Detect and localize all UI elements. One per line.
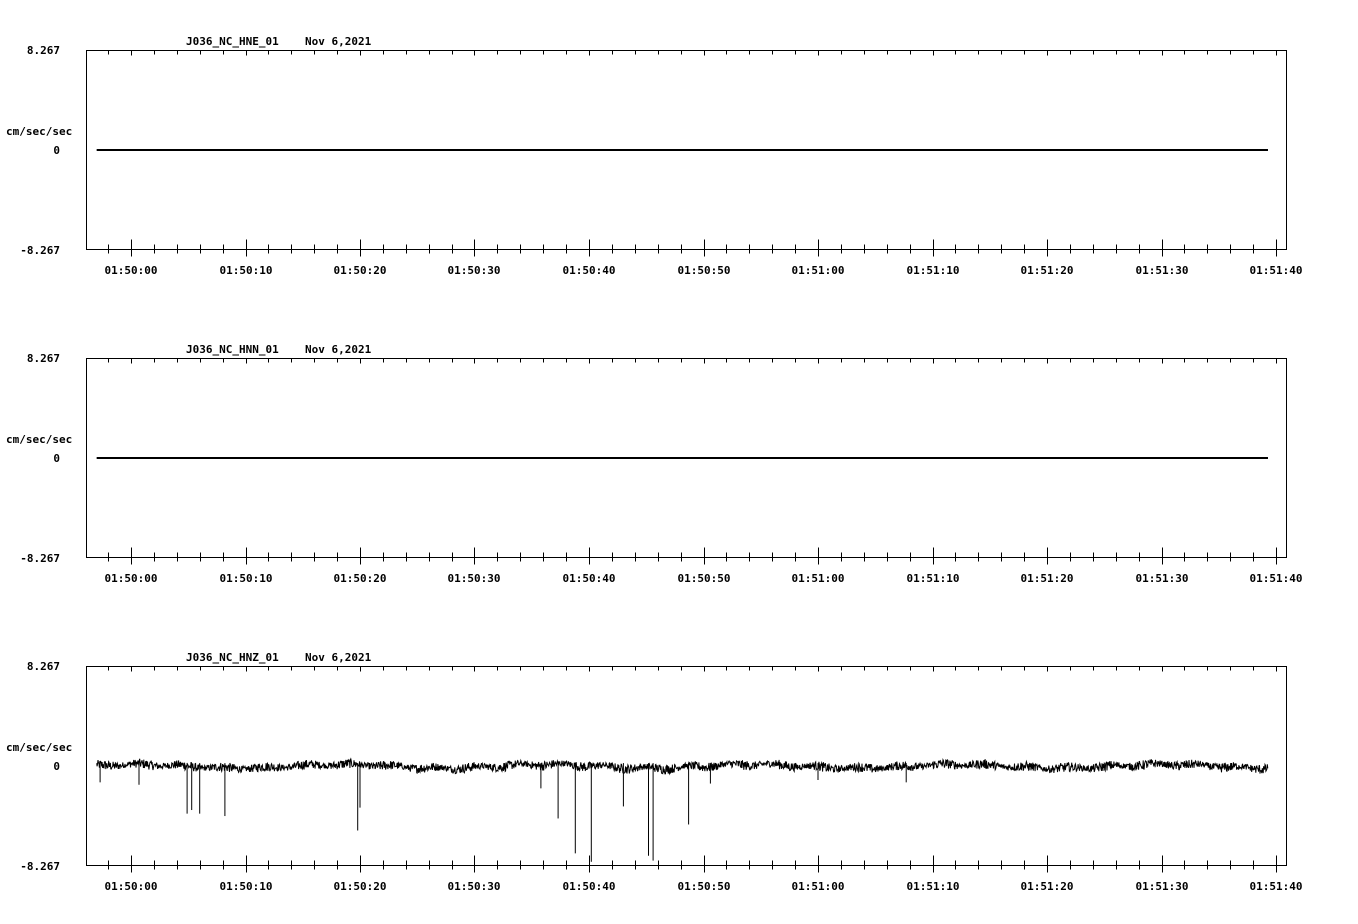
y-axis-label: cm/sec/sec xyxy=(6,433,72,446)
x-tick-labels: 01:50:00 01:50:10 01:50:20 01:50:30 01:5… xyxy=(105,880,1303,893)
x-tick-label: 01:50:30 xyxy=(448,572,501,585)
x-tick-label: 01:51:40 xyxy=(1250,264,1303,277)
y-tick-label-max: 8.267 xyxy=(27,352,60,365)
waveform-trace xyxy=(96,757,1269,862)
x-tick-label: 01:51:30 xyxy=(1136,880,1189,893)
y-axis-label: cm/sec/sec xyxy=(6,125,72,138)
y-tick-label-min: -8.267 xyxy=(20,860,60,873)
y-tick-label-max: 8.267 xyxy=(27,44,60,57)
panel-hnn: J036_NC_HNN_01 Nov 6,2021 8.267 cm/sec/s… xyxy=(6,343,1302,585)
x-tick-label: 01:51:10 xyxy=(907,572,960,585)
panel-hne: J036_NC_HNE_01 Nov 6,2021 8.267 cm/sec/s… xyxy=(6,35,1302,277)
x-tick-label: 01:50:30 xyxy=(448,264,501,277)
x-tick-label: 01:50:00 xyxy=(105,880,158,893)
x-tick-label: 01:50:00 xyxy=(105,572,158,585)
x-tick-label: 01:51:30 xyxy=(1136,264,1189,277)
x-tick-label: 01:51:20 xyxy=(1021,264,1074,277)
x-tick-label: 01:50:50 xyxy=(678,264,731,277)
y-tick-label-zero: 0 xyxy=(53,452,60,465)
panel-hnz: J036_NC_HNZ_01 Nov 6,2021 8.267 cm/sec/s… xyxy=(6,651,1302,893)
x-ticks xyxy=(108,358,1277,565)
x-tick-label: 01:51:00 xyxy=(792,264,845,277)
x-tick-label: 01:51:30 xyxy=(1136,572,1189,585)
y-tick-label-zero: 0 xyxy=(53,144,60,157)
y-tick-label-min: -8.267 xyxy=(20,552,60,565)
station-title: J036_NC_HNZ_01 xyxy=(186,651,279,664)
station-title: J036_NC_HNN_01 xyxy=(186,343,279,356)
x-tick-label: 01:51:20 xyxy=(1021,572,1074,585)
x-tick-label: 01:50:50 xyxy=(678,880,731,893)
x-tick-label: 01:51:00 xyxy=(792,572,845,585)
x-tick-label: 01:51:00 xyxy=(792,880,845,893)
date-label: Nov 6,2021 xyxy=(305,343,372,356)
x-tick-label: 01:51:40 xyxy=(1250,880,1303,893)
y-tick-label-min: -8.267 xyxy=(20,244,60,257)
x-tick-label: 01:50:00 xyxy=(105,264,158,277)
x-tick-label: 01:50:30 xyxy=(448,880,501,893)
x-tick-labels: 01:50:00 01:50:10 01:50:20 01:50:30 01:5… xyxy=(105,264,1303,277)
x-tick-label: 01:51:10 xyxy=(907,264,960,277)
y-tick-label-zero: 0 xyxy=(53,760,60,773)
x-tick-label: 01:50:10 xyxy=(220,880,273,893)
x-tick-label: 01:50:20 xyxy=(334,572,387,585)
x-tick-label: 01:50:10 xyxy=(220,264,273,277)
x-tick-label: 01:50:20 xyxy=(334,880,387,893)
station-title: J036_NC_HNE_01 xyxy=(186,35,279,48)
x-ticks xyxy=(108,50,1277,257)
seismogram-figure: J036_NC_HNE_01 Nov 6,2021 8.267 cm/sec/s… xyxy=(6,35,1302,893)
x-tick-label: 01:50:40 xyxy=(563,880,616,893)
y-axis-label: cm/sec/sec xyxy=(6,741,72,754)
x-tick-label: 01:50:40 xyxy=(563,264,616,277)
y-tick-label-max: 8.267 xyxy=(27,660,60,673)
x-tick-label: 01:51:20 xyxy=(1021,880,1074,893)
date-label: Nov 6,2021 xyxy=(305,35,372,48)
x-tick-label: 01:50:50 xyxy=(678,572,731,585)
x-tick-labels: 01:50:00 01:50:10 01:50:20 01:50:30 01:5… xyxy=(105,572,1303,585)
x-tick-label: 01:50:40 xyxy=(563,572,616,585)
x-tick-label: 01:51:10 xyxy=(907,880,960,893)
x-tick-label: 01:51:40 xyxy=(1250,572,1303,585)
trace-line xyxy=(96,757,1269,776)
x-tick-label: 01:50:20 xyxy=(334,264,387,277)
x-tick-label: 01:50:10 xyxy=(220,572,273,585)
date-label: Nov 6,2021 xyxy=(305,651,372,664)
